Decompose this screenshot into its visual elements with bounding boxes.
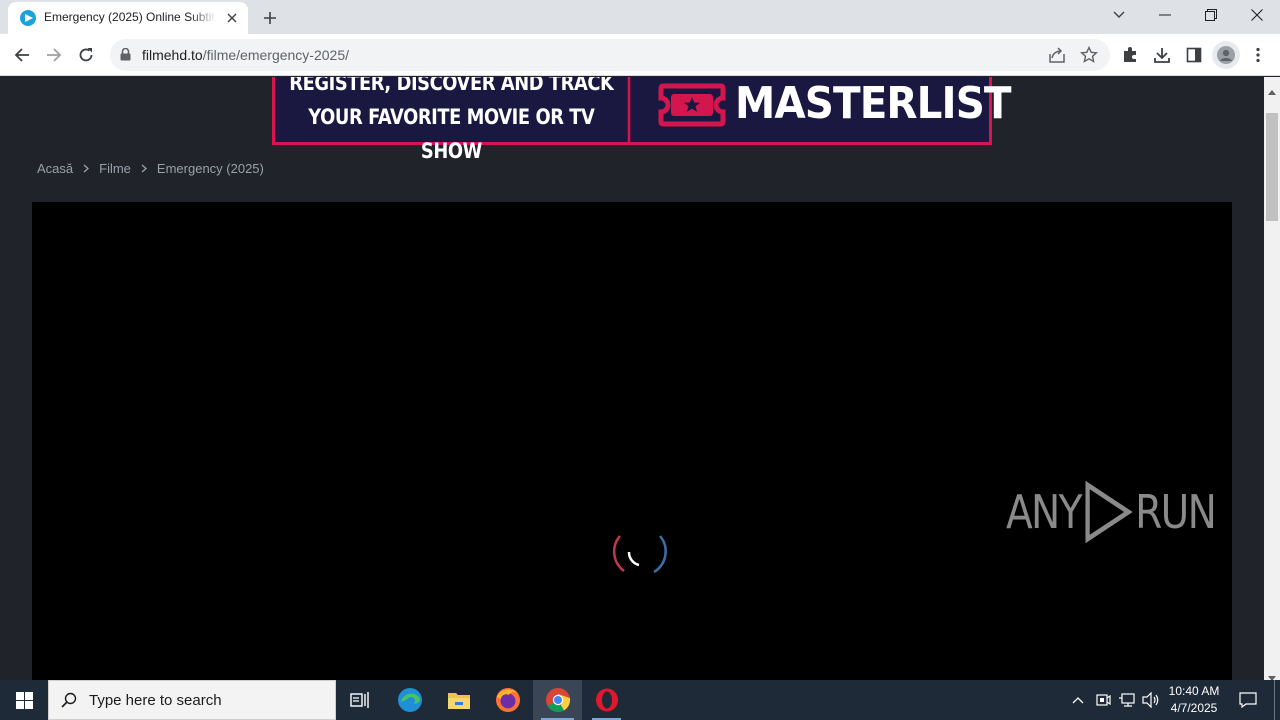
tray-chevron-icon[interactable] [1068,680,1088,720]
address-bar[interactable]: filmehd.to/filme/emergency-2025/ [110,39,1110,71]
url-host: filmehd.to [142,47,203,63]
search-placeholder: Type here to search [89,691,222,709]
breadcrumb-home[interactable]: Acasă [37,161,73,176]
scroll-up-icon[interactable] [1268,82,1276,100]
volume-icon[interactable] [1140,680,1162,720]
tab-title: Emergency (2025) Online Subtitrat [44,10,216,24]
file-explorer-icon[interactable] [435,680,483,720]
ad-banner[interactable]: REGISTER, DISCOVER AND TRACK YOUR FAVORI… [272,77,1012,163]
url-text: filmehd.to/filme/emergency-2025/ [142,47,349,63]
breadcrumb-current: Emergency (2025) [156,161,264,176]
page-content: REGISTER, DISCOVER AND TRACK YOUR FAVORI… [0,77,1264,680]
taskbar-clock[interactable]: 10:40 AM 4/7/2025 [1166,683,1222,717]
play-logo-icon [1085,481,1133,543]
opera-icon[interactable] [582,680,631,720]
lock-icon[interactable] [120,47,131,66]
profile-icon[interactable] [1212,41,1240,69]
close-icon[interactable] [1234,0,1280,30]
url-path: /filme/emergency-2025/ [202,47,349,63]
browser-toolbar: filmehd.to/filme/emergency-2025/ [0,34,1280,76]
breadcrumb-category[interactable]: Filme [99,161,131,176]
taskbar-search-box[interactable]: Type here to search [48,680,336,720]
video-player[interactable] [32,202,1232,680]
task-view-icon[interactable] [336,680,384,720]
network-icon[interactable] [1116,680,1138,720]
watermark-right: RUN [1135,485,1217,539]
tab-strip: Emergency (2025) Online Subtitrat [0,0,1280,34]
browser-tab[interactable]: Emergency (2025) Online Subtitrat [8,2,248,34]
windows-start-icon[interactable] [0,680,48,720]
windows-taskbar: Type here to search 10:40 AM 4/7/2025 [0,680,1280,720]
ticket-logo-icon [657,82,727,133]
banner-brand: MASTERLIST [735,78,1012,129]
banner-text: REGISTER, DISCOVER AND TRACK YOUR FAVORI… [275,77,631,163]
clock-date: 4/7/2025 [1170,701,1218,715]
watermark-left: ANY [1006,485,1082,539]
search-icon [61,692,77,708]
page-scrollbar[interactable] [1264,77,1280,681]
chrome-icon[interactable] [533,680,582,720]
notification-icon[interactable] [1232,680,1264,720]
scrollbar-thumb[interactable] [1266,113,1278,221]
film-favicon-icon [20,10,36,26]
back-icon[interactable] [8,41,36,69]
reload-icon[interactable] [72,41,100,69]
firefox-icon[interactable] [484,680,532,720]
clock-time: 10:40 AM [1168,684,1220,698]
anyrun-watermark: ANY RUN [1006,481,1217,543]
banner-line2: YOUR FAVORITE MOVIE OR TV SHOW [308,105,595,163]
chevron-down-icon[interactable] [1096,0,1142,30]
share-icon[interactable] [1048,46,1066,69]
side-panel-icon[interactable] [1180,41,1208,69]
star-icon[interactable] [1079,45,1099,69]
download-icon[interactable] [1148,41,1176,69]
breadcrumb: Acasă Filme Emergency (2025) [37,161,264,176]
forward-icon[interactable] [40,41,68,69]
menu-icon[interactable] [1244,41,1272,69]
plus-icon[interactable] [258,6,282,30]
show-desktop-divider[interactable] [1274,680,1275,720]
minimize-icon[interactable] [1142,0,1188,30]
chevron-right-icon [141,164,147,173]
close-icon[interactable] [224,10,240,26]
loading-spinner-icon [600,514,676,595]
chevron-right-icon [83,164,90,173]
edge-icon[interactable] [386,680,434,720]
restore-icon[interactable] [1188,0,1234,30]
banner-line1: REGISTER, DISCOVER AND TRACK [289,77,614,95]
extensions-icon[interactable] [1116,41,1144,69]
meet-icon[interactable] [1092,680,1114,720]
